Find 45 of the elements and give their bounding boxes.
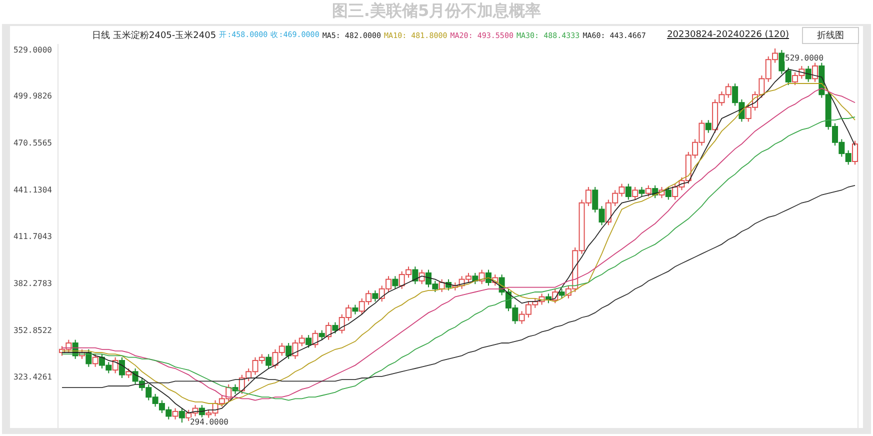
candlestick bbox=[645, 184, 652, 198]
candlestick bbox=[266, 354, 272, 369]
y-axis-label: 352.8522 bbox=[13, 326, 52, 335]
candlestick bbox=[418, 269, 425, 285]
candlestick bbox=[178, 408, 185, 424]
y-axis-label: 382.2783 bbox=[13, 279, 52, 288]
period-label: 日线 bbox=[92, 30, 110, 42]
candlestick bbox=[306, 334, 312, 348]
candlestick bbox=[352, 304, 358, 315]
line-chart-button[interactable]: 折线图 bbox=[802, 26, 859, 44]
candlestick bbox=[665, 186, 672, 200]
candlestick bbox=[332, 322, 338, 334]
candlestick bbox=[118, 356, 125, 379]
y-axis-label: 323.4261 bbox=[13, 372, 52, 382]
y-axis-label: 499.9826 bbox=[13, 92, 52, 101]
y-axis-label: 441.1304 bbox=[13, 185, 52, 194]
max-price-label: 529.0000 bbox=[785, 53, 824, 62]
min-price-label: 294.0000 bbox=[190, 418, 228, 427]
candlestick bbox=[705, 120, 712, 134]
candlestick bbox=[852, 140, 858, 166]
candlestick bbox=[412, 266, 418, 285]
date-range-link[interactable]: 20230824-20240226 (120) bbox=[667, 30, 789, 40]
candlestick bbox=[372, 290, 378, 302]
candlestick bbox=[812, 62, 818, 82]
candlestick bbox=[312, 330, 318, 348]
candlestick bbox=[485, 269, 492, 286]
candlestick bbox=[625, 183, 632, 200]
candlestick bbox=[92, 354, 98, 368]
candlestick bbox=[112, 356, 118, 374]
y-axis-label: 411.7043 bbox=[13, 232, 52, 242]
y-axis-label: 470.5565 bbox=[13, 138, 52, 148]
candlestick bbox=[126, 368, 132, 379]
candlestick bbox=[392, 276, 398, 290]
candlestick bbox=[472, 272, 478, 285]
candlestick bbox=[805, 65, 812, 82]
candlestick bbox=[318, 330, 325, 340]
instrument-name: 玉米淀粉2405-玉米2405 bbox=[113, 30, 216, 42]
candlestick bbox=[478, 269, 485, 285]
candlestick bbox=[326, 322, 332, 340]
candlestick bbox=[558, 288, 565, 299]
candlestick bbox=[172, 408, 178, 420]
candlestick bbox=[632, 186, 638, 200]
y-axis-label: 529.0000 bbox=[13, 45, 52, 54]
candlestick bbox=[286, 342, 292, 360]
candlestick bbox=[638, 186, 645, 198]
